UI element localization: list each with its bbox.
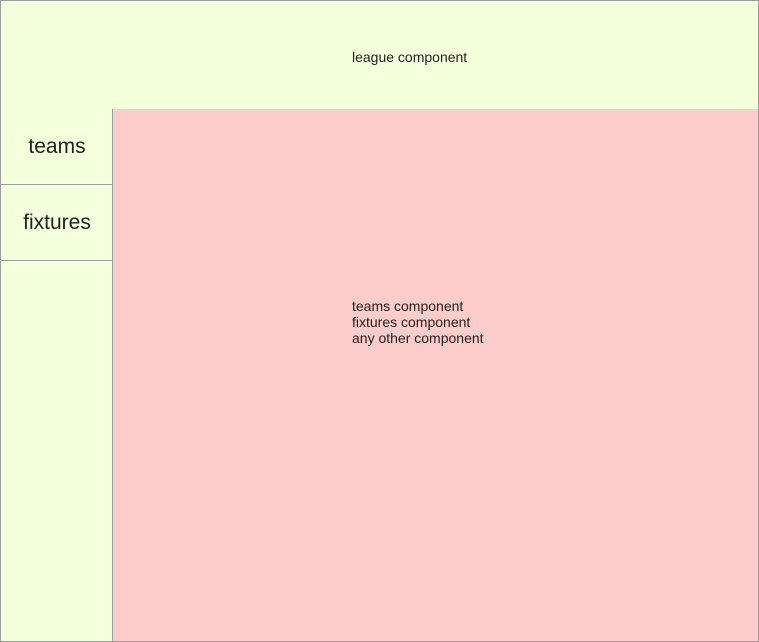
fixtures-component-label: fixtures component xyxy=(352,314,471,330)
layout-diagram: league component teams fixtures teams co… xyxy=(0,0,759,642)
nav-item-fixtures[interactable]: fixtures xyxy=(1,185,113,261)
league-component-region: league component xyxy=(0,0,759,110)
content-region: teams component fixtures component any o… xyxy=(112,109,759,642)
any-other-component-label: any other component xyxy=(352,330,484,346)
league-component-label: league component xyxy=(352,49,468,65)
teams-component-label: teams component xyxy=(352,298,464,314)
nav-item-teams[interactable]: teams xyxy=(1,109,113,185)
sidebar-nav: teams fixtures xyxy=(0,109,113,642)
content-labels: teams component fixtures component any o… xyxy=(352,298,484,346)
